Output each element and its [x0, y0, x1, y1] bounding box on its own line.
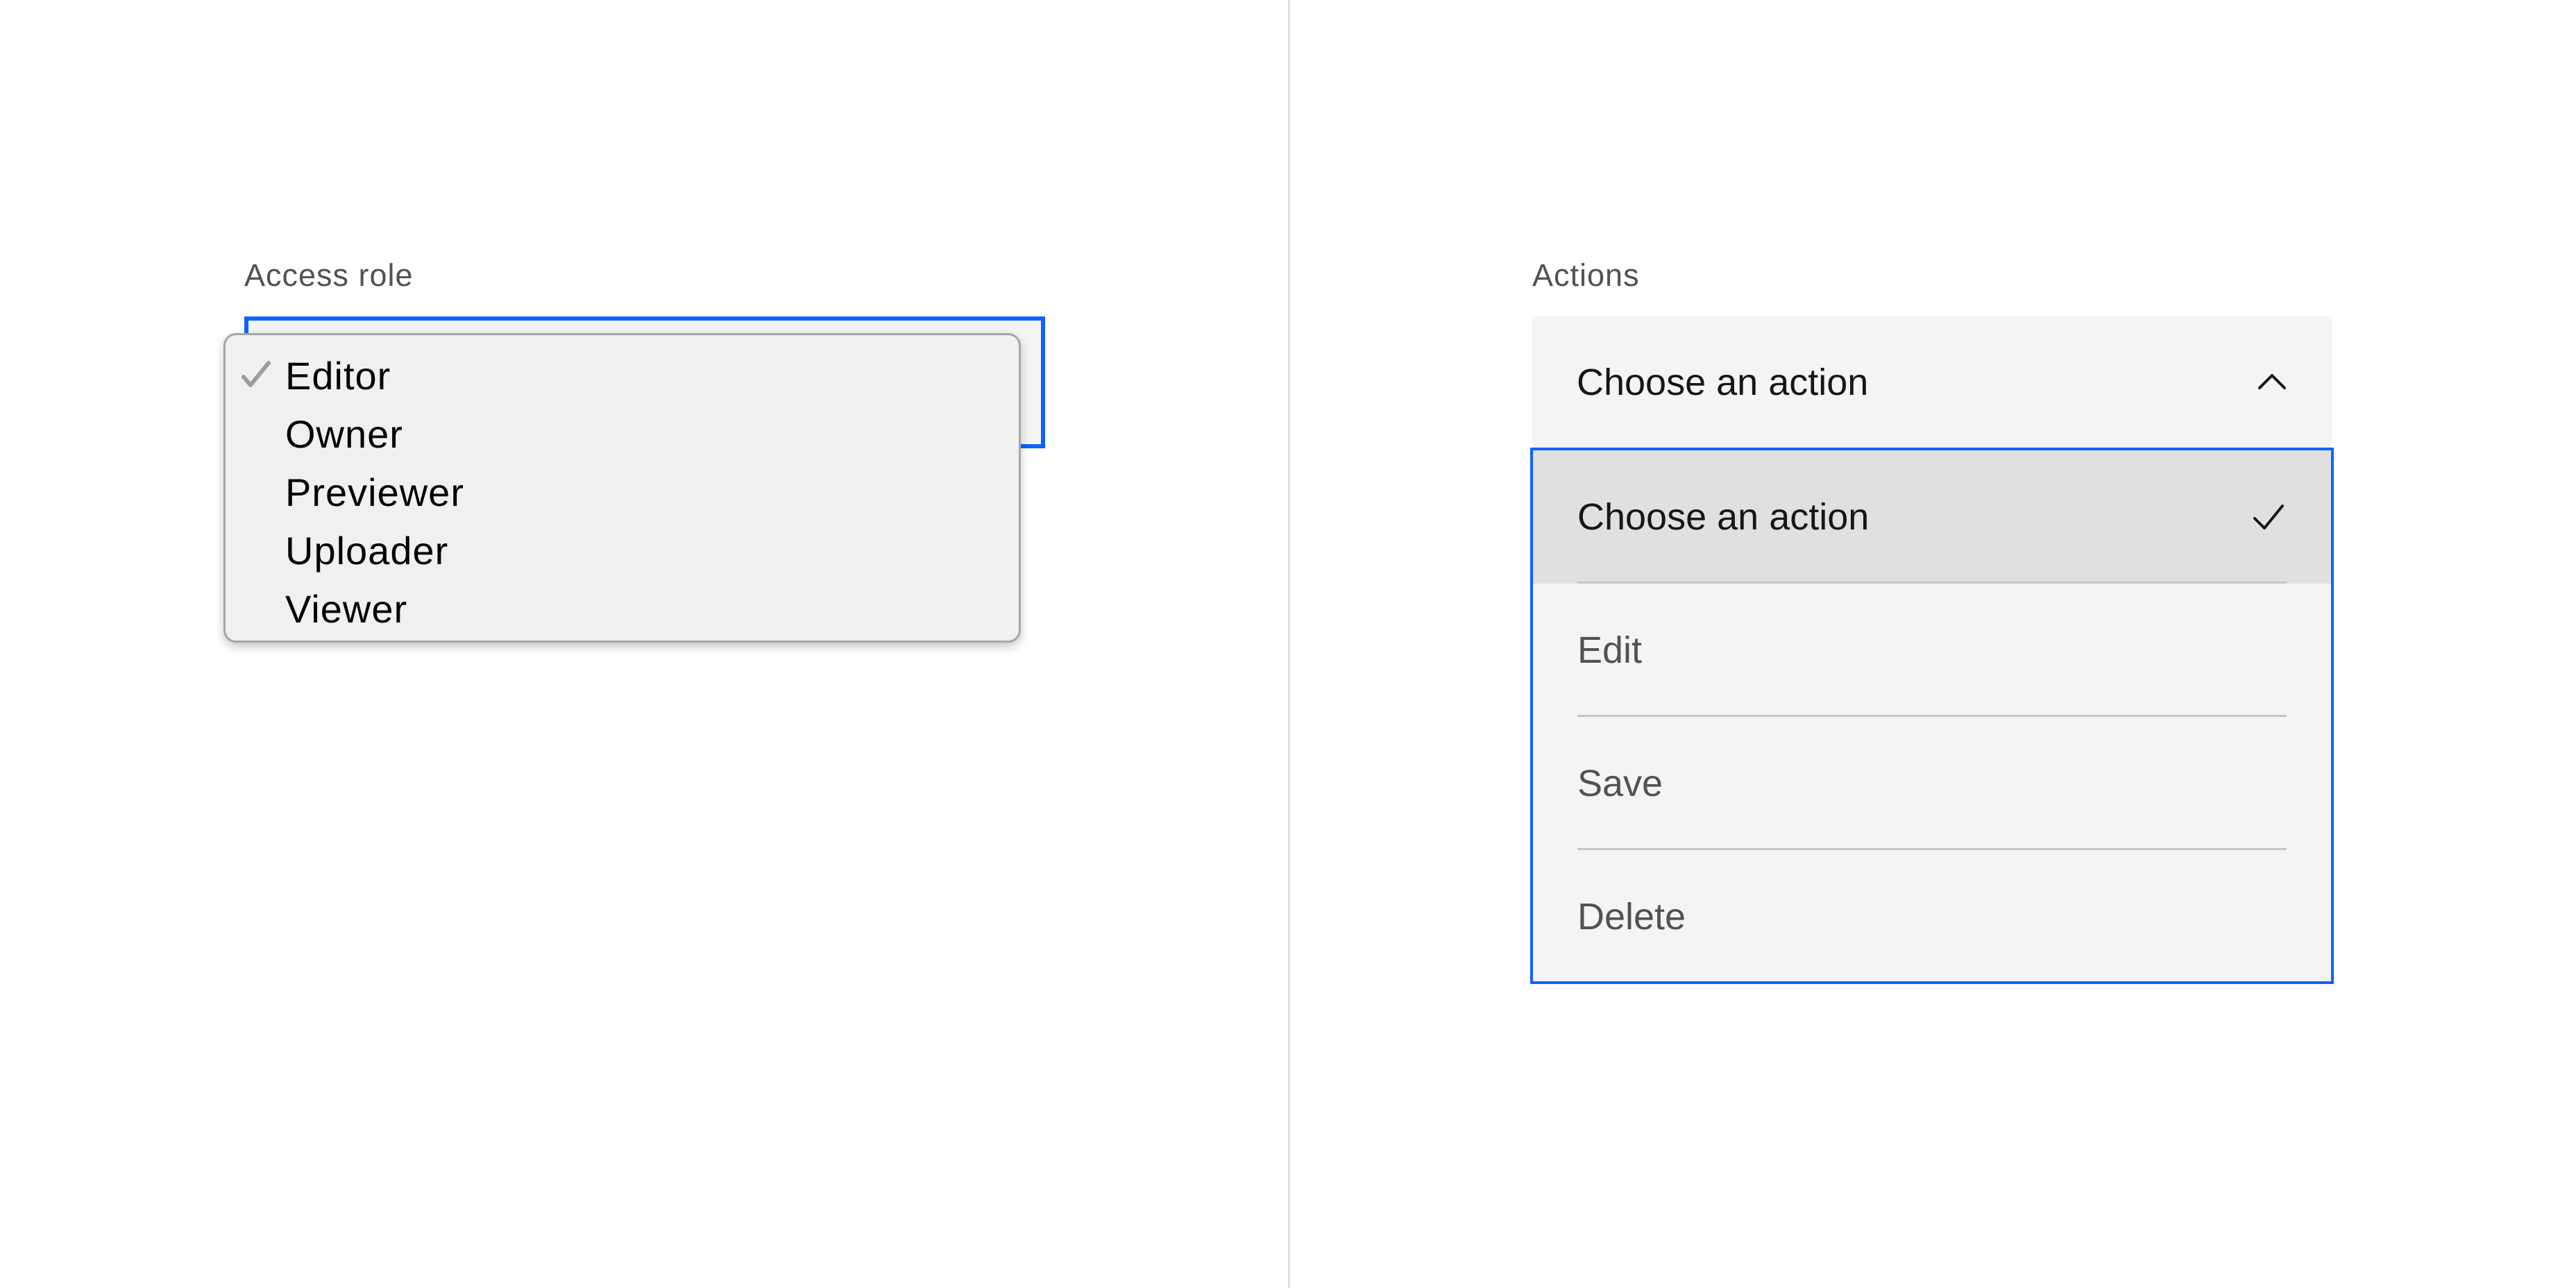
dropdown-item-delete[interactable]: Delete: [1533, 850, 2331, 983]
checkmark-icon: [242, 361, 271, 387]
chevron-up-icon: [2258, 374, 2286, 389]
actions-dropdown-field[interactable]: Choose an action: [1532, 316, 2332, 448]
native-option-viewer[interactable]: Viewer: [226, 579, 1019, 638]
dropdown-item-label: Delete: [1577, 896, 1686, 938]
actions-dropdown-menu: Choose an action Edit Save Delete: [1530, 448, 2334, 984]
dropdown-item-save[interactable]: Save: [1533, 717, 2331, 850]
dropdown-item-edit[interactable]: Edit: [1533, 584, 2331, 717]
dropdown-item-label: Edit: [1577, 629, 1643, 671]
actions-label: Actions: [1532, 257, 1640, 293]
checkmark-icon: [2253, 505, 2284, 529]
native-option-label: Owner: [285, 412, 403, 456]
dropdown-item-label: Choose an action: [1577, 496, 1870, 538]
native-option-label: Editor: [285, 353, 391, 398]
native-option-label: Previewer: [285, 470, 464, 514]
dropdown-item-choose-an-action[interactable]: Choose an action: [1533, 450, 2331, 584]
native-option-previewer[interactable]: Previewer: [226, 463, 1019, 521]
access-role-label: Access role: [244, 257, 414, 293]
dropdown-item-label: Save: [1577, 763, 1663, 804]
native-option-label: Uploader: [285, 528, 449, 573]
dropdown-field-value: Choose an action: [1577, 362, 1869, 403]
native-option-label: Viewer: [285, 586, 408, 631]
access-role-native-menu: Editor Owner Previewer Uploader Viewer: [223, 333, 1021, 643]
panel-divider: [1288, 0, 1290, 1288]
native-option-owner[interactable]: Owner: [226, 405, 1019, 463]
native-option-editor[interactable]: Editor: [226, 346, 1019, 405]
native-option-uploader[interactable]: Uploader: [226, 521, 1019, 579]
